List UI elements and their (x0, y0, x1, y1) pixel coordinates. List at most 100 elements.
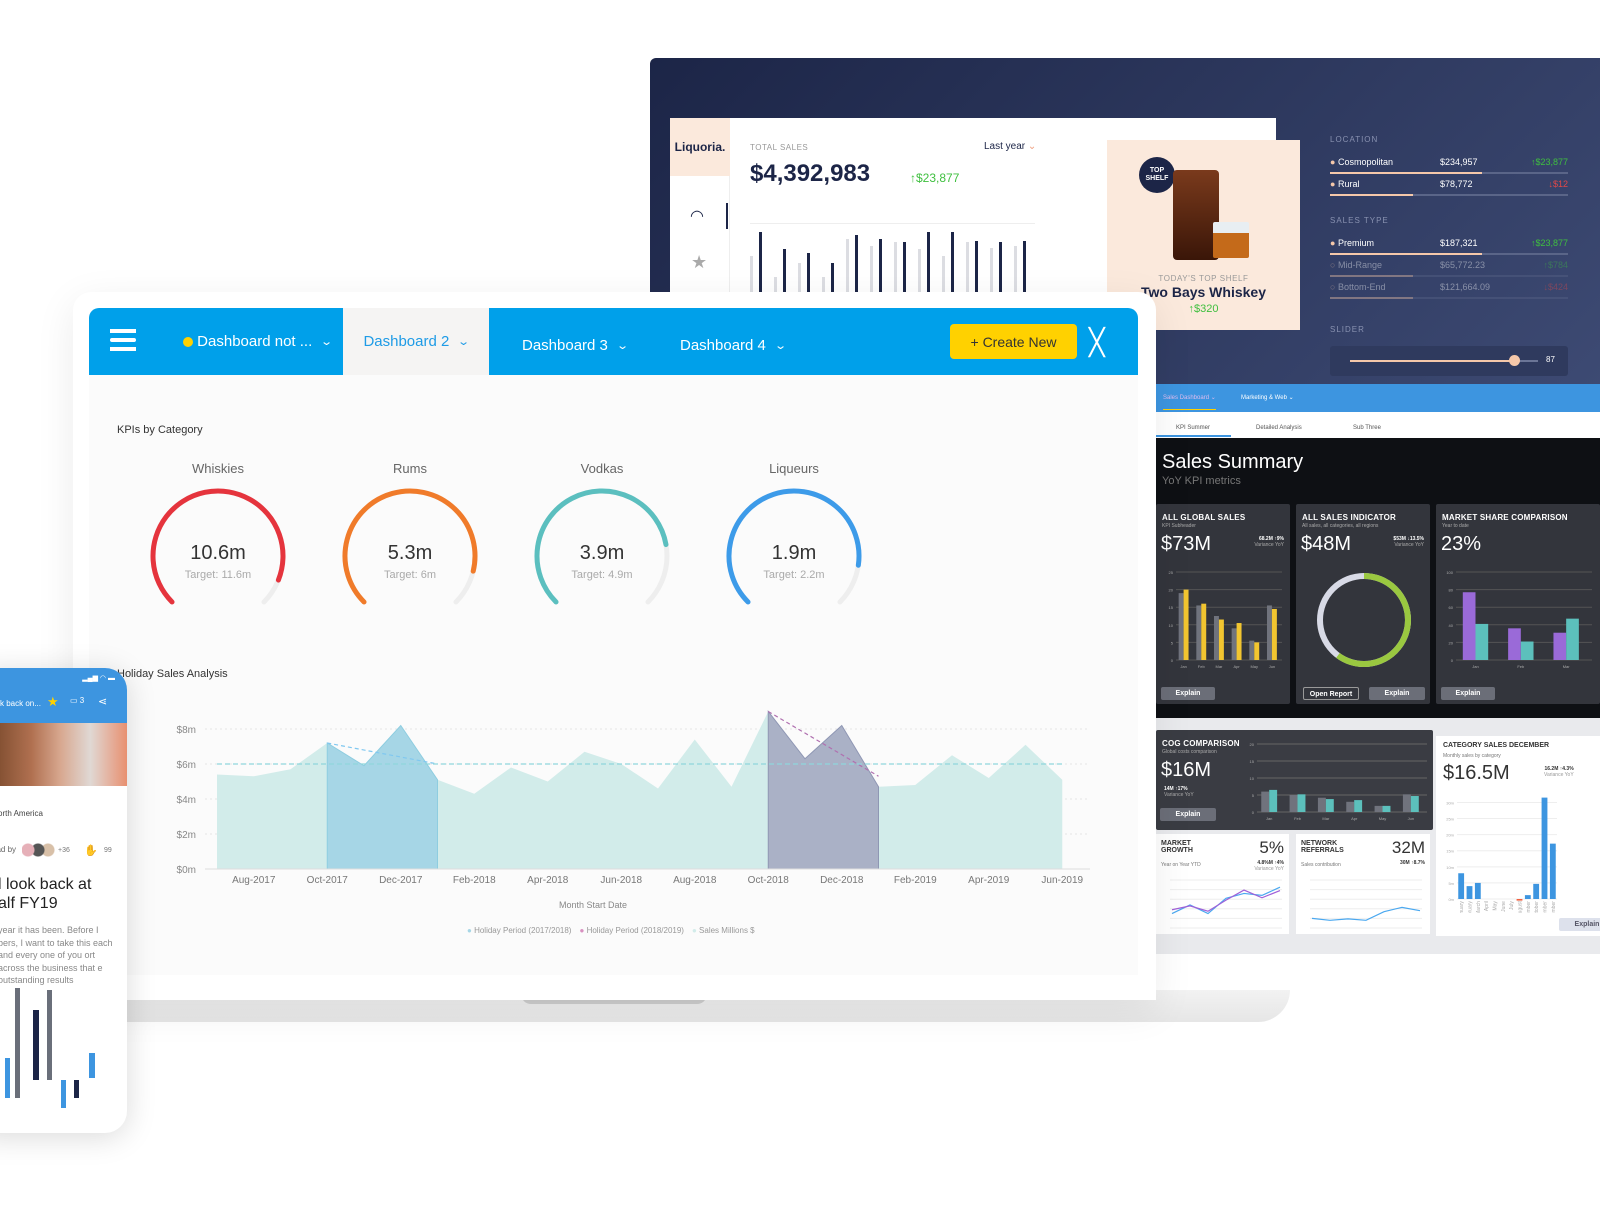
x-tick-label: November (1543, 901, 1549, 913)
legend-item[interactable]: ● Sales Millions $ (692, 926, 755, 935)
bar (1541, 797, 1548, 899)
top-shelf-badge: TOP SHELF (1139, 157, 1175, 193)
liquoria-sidebar: Liquoria. ◠ ★ (670, 118, 730, 298)
bar (15, 988, 20, 1098)
bar (1410, 796, 1419, 812)
dash2-subtabs: KPI Summer Detailed Analysis Sub Three (1156, 412, 1600, 438)
x-tick-label: Jun (1408, 816, 1414, 821)
explain-button[interactable]: Explain (1559, 918, 1600, 931)
card-value: 5% (1259, 838, 1284, 857)
card-value: 32M (1391, 838, 1425, 857)
explain-button[interactable]: Explain (1441, 687, 1495, 700)
chart-legend: ● Holiday Period (2017/2018) ● Holiday Pe… (467, 926, 755, 935)
star-icon[interactable]: ★ (47, 694, 59, 710)
filled-dot-icon: ● (1330, 238, 1336, 248)
filter-row[interactable]: ● Premium $187,321 ↑$23,877 (1330, 233, 1568, 255)
bar (1297, 794, 1306, 812)
y-tick-label: $4m (177, 795, 196, 806)
y-tick-label: 5 (1252, 793, 1255, 798)
warning-dot-icon (183, 337, 193, 347)
article-region: orth America (0, 809, 43, 818)
tab-marketing-web[interactable]: Marketing & Web ⌄ (1241, 394, 1294, 401)
filter-row[interactable]: ● Cosmopolitan $234,957 ↑$23,877 (1330, 152, 1568, 174)
bar-current (759, 231, 762, 298)
y-tick-label: 15 (1250, 759, 1255, 764)
x-tick-label: June (1501, 901, 1507, 912)
kpis-title: KPIs by Category (117, 424, 203, 436)
x-tick-label: Jan (1472, 664, 1478, 669)
subtab-detailed-analysis[interactable]: Detailed Analysis (1256, 425, 1302, 431)
slider[interactable]: 87 (1330, 346, 1568, 376)
x-tick-label: Feb (1294, 816, 1302, 821)
close-icon[interactable]: ╳ (1089, 329, 1105, 355)
tab-dashboard-4[interactable]: Dashboard 4 ⌄ (680, 312, 787, 379)
bar (1508, 628, 1521, 660)
bar (5, 1058, 10, 1098)
create-new-button[interactable]: + Create New (950, 324, 1077, 359)
star-icon[interactable]: ★ (691, 252, 707, 273)
y-tick-label: 10m (1446, 865, 1454, 870)
slider-handle[interactable] (1508, 355, 1520, 366)
y-tick-label: 60 (1449, 605, 1454, 610)
bar (1566, 618, 1579, 660)
read-by-label: ead by (0, 845, 17, 854)
legend-item[interactable]: ● Holiday Period (2018/2019) (579, 926, 683, 935)
gauge-icon[interactable]: ◠ (690, 206, 704, 226)
y-tick-label: 25m (1446, 817, 1454, 822)
bar (1346, 801, 1355, 812)
share-icon[interactable]: ⋖ (98, 695, 107, 708)
bar (1196, 605, 1202, 660)
explain-button[interactable]: Explain (1161, 687, 1215, 700)
subtab-sub-three[interactable]: Sub Three (1353, 425, 1381, 431)
filter-panel: LOCATION ● Cosmopolitan $234,957 ↑$23,87… (1330, 135, 1568, 376)
x-tick-label: July (1509, 901, 1515, 910)
tab-dashboard-2[interactable]: Dashboard 2 ⌄ (343, 308, 489, 375)
bar-current (1023, 240, 1026, 298)
explain-button[interactable]: Explain (1160, 808, 1216, 821)
y-tick-label: 0m (1448, 897, 1454, 902)
x-tick-label: Dec-2018 (820, 875, 864, 886)
open-report-button[interactable]: Open Report (1303, 687, 1359, 700)
clap-icon[interactable]: ✋ (84, 844, 98, 857)
x-tick-label: Mar (1563, 664, 1571, 669)
reader-avatars (22, 842, 56, 858)
gauge-readout: 1.9m Target: 2.2m (763, 542, 825, 581)
filter-row[interactable]: ○ Mid-Range $65,772.23 ↑$784 (1330, 255, 1568, 277)
bar-current (855, 235, 858, 298)
explain-button[interactable]: Explain (1369, 687, 1425, 700)
comments-button[interactable]: ▭ 3 (70, 696, 84, 705)
y-tick-label: $6m (177, 760, 196, 771)
bar-previous (846, 238, 849, 298)
gauge-label: Whiskies (191, 461, 244, 476)
bar (1462, 592, 1476, 660)
y-tick-label: 0 (1252, 810, 1255, 815)
subtab-kpi-summer[interactable]: KPI Summer (1176, 425, 1210, 431)
period-select[interactable]: Last year ⌄ (984, 141, 1036, 152)
x-tick-label: Jun-2018 (600, 875, 642, 886)
bar (1516, 899, 1523, 901)
bar (1402, 794, 1411, 812)
x-tick-label: December (1551, 901, 1557, 913)
tab-sales-dashboard[interactable]: Sales Dashboard ⌄ (1163, 394, 1216, 410)
card-title: NETWORK REFERRALS (1301, 840, 1344, 854)
bar (1466, 886, 1473, 899)
card-variance: 14M ↑17% Variance YoY (1164, 786, 1194, 798)
x-tick-label: Dec-2017 (379, 875, 423, 886)
filter-row[interactable]: ○ Bottom-End $121,664.09 ↓$424 (1330, 277, 1568, 299)
hamburger-menu-icon[interactable] (110, 329, 136, 351)
y-tick-label: 40 (1449, 623, 1454, 628)
active-indicator (726, 203, 728, 229)
bar-current (903, 242, 906, 298)
legend-item[interactable]: ● Holiday Period (2017/2018) (467, 926, 571, 935)
bar (1374, 805, 1383, 812)
tab-dashboard-3[interactable]: Dashboard 3 ⌄ (522, 312, 629, 379)
bar (47, 990, 52, 1080)
x-tick-label: Apr (1233, 664, 1240, 669)
x-tick-label: May (1250, 664, 1258, 669)
filter-row[interactable]: ● Rural $78,772 ↓$12 (1330, 174, 1568, 196)
tab-dashboard-1[interactable]: Dashboard not ... ⌄ (183, 308, 333, 375)
bar (1354, 800, 1363, 812)
card-subtitle: Sales contribution (1301, 862, 1341, 868)
x-tick-label: Apr-2019 (968, 875, 1010, 886)
filled-dot-icon: ● (1330, 157, 1336, 167)
